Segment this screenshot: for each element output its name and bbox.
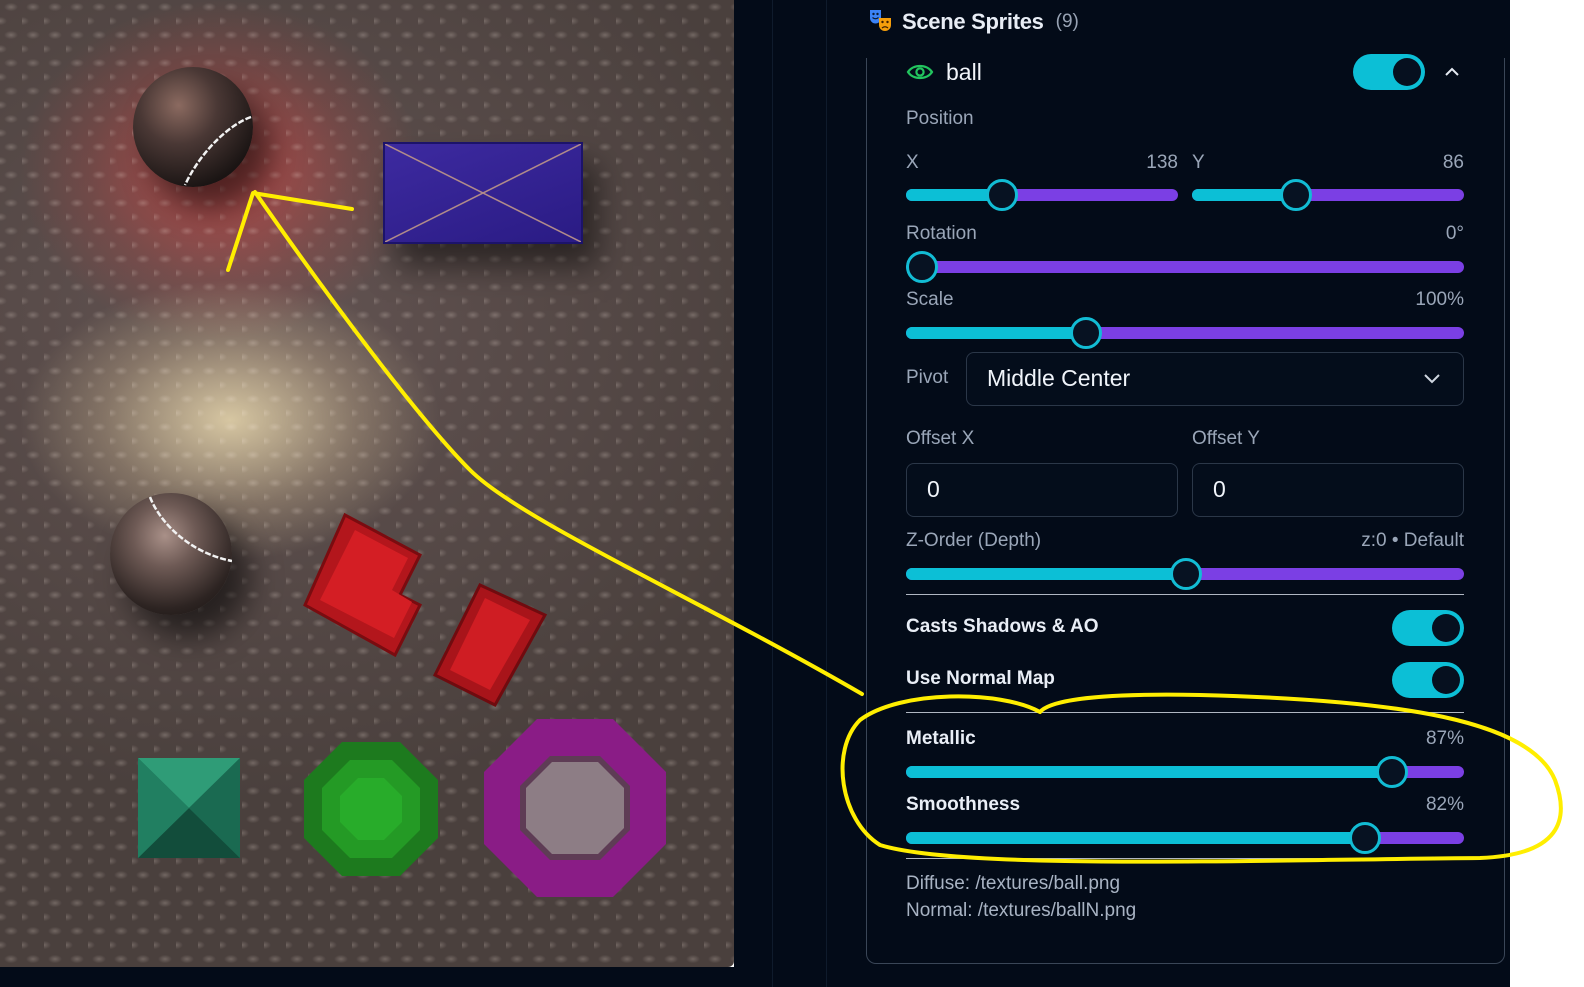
y-value: 86 [1442,152,1464,173]
zorder-label: Z-Order (Depth) [906,530,1042,551]
smoothness-slider[interactable] [906,822,1464,854]
x-slider[interactable] [906,179,1178,211]
diffuse-path: Diffuse: /textures/ball.png [906,873,1121,894]
normal-map-toggle[interactable] [1392,662,1464,698]
green-pyramid-sprite[interactable] [136,756,242,860]
scale-value: 100% [1415,289,1464,310]
smoothness-slider-knob[interactable] [1349,822,1381,854]
rotation-slider-knob[interactable] [906,251,938,283]
panel-title: Scene Sprites [902,9,1044,34]
casts-shadows-label: Casts Shadows & AO [906,616,1099,637]
ball-sprite[interactable] [133,67,253,187]
normal-path: Normal: /textures/ballN.png [906,900,1137,921]
position-label: Position [906,108,974,129]
purple-ring-sprite[interactable] [482,716,668,900]
panel-header: Scene Sprites (9) [868,6,1079,38]
offset-x-value: 0 [927,476,940,502]
scene-viewport[interactable] [0,0,734,967]
x-slider-knob[interactable] [986,179,1018,211]
divider [906,712,1464,713]
zorder-slider-knob[interactable] [1170,558,1202,590]
metallic-slider[interactable] [906,756,1464,788]
divider [906,858,1464,859]
scale-label: Scale [906,289,954,310]
scale-slider-knob[interactable] [1070,317,1102,349]
pivot-value: Middle Center [987,365,1131,391]
offset-y-label: Offset Y [1192,428,1260,449]
y-slider-knob[interactable] [1280,179,1312,211]
y-slider[interactable] [1192,179,1464,211]
eye-icon[interactable] [906,62,934,87]
sprite-enabled-toggle[interactable] [1353,54,1425,90]
pivot-select[interactable]: Middle Center [966,352,1464,406]
chevron-up-icon[interactable] [1442,62,1462,87]
y-label: Y [1192,152,1205,173]
smoothness-value: 82% [1425,794,1464,815]
metallic-label: Metallic [906,728,976,749]
smoothness-label: Smoothness [906,794,1021,815]
zorder-value: z:0 • Default [1361,530,1464,551]
metallic-slider-knob[interactable] [1376,756,1408,788]
pivot-label: Pivot [906,367,949,388]
sprite-name: ball [946,59,982,85]
x-label: X [906,152,919,173]
blue-box-sprite[interactable] [383,142,583,244]
offset-x-input[interactable]: 0 [906,463,1178,517]
offset-y-value: 0 [1213,476,1226,502]
green-octagon-sprite[interactable] [300,738,442,880]
normal-map-label: Use Normal Map [906,668,1055,689]
metallic-value: 87% [1425,728,1464,749]
x-value: 138 [1146,152,1178,173]
offset-y-input[interactable]: 0 [1192,463,1464,517]
zorder-slider[interactable] [906,558,1464,590]
bottom-bar [0,967,734,987]
rotation-label: Rotation [906,223,977,244]
divider [906,594,1464,595]
rotation-slider[interactable] [906,251,1464,283]
rotation-value: 0° [1445,223,1464,244]
offset-x-label: Offset X [906,428,975,449]
red-block-sprite[interactable] [430,580,550,710]
red-l-sprite[interactable] [300,510,430,660]
scale-slider[interactable] [906,317,1464,349]
theater-masks-icon [868,7,894,38]
casts-shadows-toggle[interactable] [1392,610,1464,646]
sprite-count: (9) [1055,11,1079,32]
ball-sprite-2[interactable] [110,493,232,615]
chevron-down-icon [1423,371,1441,390]
